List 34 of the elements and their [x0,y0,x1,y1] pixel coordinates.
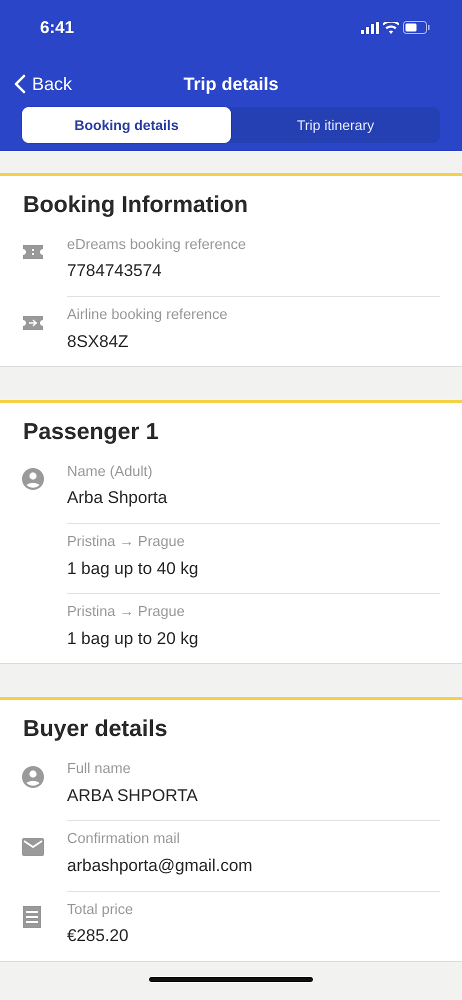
person-icon [22,766,44,788]
field-value: Arba Shporta [67,487,168,510]
ticket-icon [22,244,44,260]
chevron-left-icon [14,74,26,94]
section-title: Booking Information [22,190,249,219]
field-label: eDreams booking reference [67,236,247,255]
field-value: 1 bag up to 20 kg [67,628,200,650]
tab[interactable]: Booking details [22,107,231,143]
field-value: ARBA SHPORTA [67,784,199,807]
field-label: Confirmation mail [67,830,181,850]
wifi-icon [383,22,399,34]
back-button[interactable]: Back [0,58,72,98]
field-label: Pristina → Prague [67,603,186,622]
battery-icon [403,21,430,34]
signal-icon [361,22,379,34]
field-label: Airline booking reference [67,306,228,325]
section-title: Buyer details [22,714,168,744]
field-value: 7784743574 [67,260,163,282]
status-time: 6:41 [40,16,74,39]
person-icon [22,468,44,490]
screen-title: Trip details [183,72,279,96]
section-title: Passenger 1 [22,417,160,446]
field-label: Total price [67,900,134,920]
field-value: arbashporta@gmail.com [67,855,254,878]
field-label: Pristina → Prague [67,532,186,552]
receipt-icon [22,906,42,928]
field-value: €285.20 [67,925,130,948]
field-value: 8SX84Z [67,330,130,353]
field-label: Name (Adult) [67,462,154,482]
field-value: 1 bag up to 40 kg [67,558,200,580]
tab[interactable]: Trip itinerary [231,107,440,143]
field-label: Full name [67,760,132,780]
plane-ticket-icon [22,314,44,331]
mail-icon [22,838,44,856]
